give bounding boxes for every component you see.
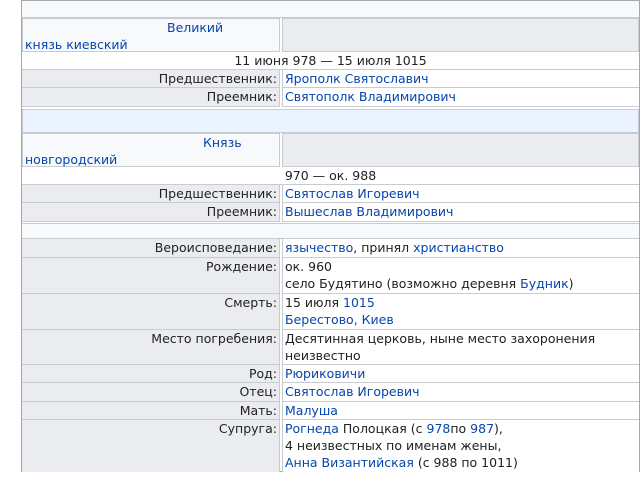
infobox: Великий князь киевский 11 июня 978 — 15 … — [21, 0, 640, 472]
grand-prince-dates: 11 июня 978 — 15 июля 1015 — [22, 52, 639, 70]
grand-prince-title-empty — [282, 18, 639, 52]
mother-link[interactable]: Малуша — [285, 403, 338, 418]
dynasty-row: Род: Рюриковичи — [22, 365, 639, 383]
birth-place-text: село Будятино (возможно деревня — [285, 276, 521, 291]
birth-date: ок. 960 — [285, 259, 333, 274]
religion-link-paganism[interactable]: язычество — [285, 240, 353, 255]
grand-prince-successor-row: Преемник: Святополк Владимирович — [22, 88, 639, 107]
burial-label: Место погребения: — [22, 330, 280, 365]
religion-row: Вероисповедание: язычество, принял христ… — [22, 239, 639, 258]
birth-row: Рождение: ок. 960 село Будятино (возможн… — [22, 258, 639, 294]
novgorod-prince-dates: 970 — ок. 988 — [22, 167, 639, 185]
burial-row: Место погребения: Десятинная церковь, ны… — [22, 330, 639, 365]
religion-label: Вероисповедание: — [22, 239, 280, 258]
death-label: Смерть: — [22, 294, 280, 330]
predecessor-label: Предшественник: — [22, 185, 280, 203]
religion-text: , принял — [353, 240, 414, 255]
spouse-year-978-link[interactable]: 978 — [427, 421, 451, 436]
birth-place-suffix: ) — [568, 276, 574, 291]
religion-link-christianity[interactable]: христианство — [413, 240, 504, 255]
spouse-text-2: по — [450, 421, 471, 436]
spouse-anna-link[interactable]: Анна Византийская — [285, 455, 414, 470]
grand-prince-predecessor-link[interactable]: Ярополк Святославич — [285, 71, 429, 86]
spouse-line2: 4 неизвестных по именам жены, — [285, 438, 502, 453]
novgorod-prince-predecessor-row: Предшественник: Святослав Игоревич — [22, 185, 639, 203]
mother-row: Мать: Малуша — [22, 402, 639, 420]
spouse-text-4: (с 988 по 1011) — [413, 455, 518, 470]
mother-label: Мать: — [22, 402, 280, 420]
death-date-text: 15 июля — [285, 295, 344, 310]
section-divider-1 — [22, 109, 639, 133]
successor-label: Преемник: — [22, 203, 280, 222]
grand-prince-title-row: Великий князь киевский — [22, 18, 639, 52]
burial-line1: Десятинная церковь, ныне место захоронен… — [285, 331, 596, 346]
novgorod-prince-title-line1[interactable]: Князь — [203, 135, 242, 150]
grand-prince-successor-link[interactable]: Святополк Владимирович — [285, 89, 456, 104]
novgorod-prince-dates-row: 970 — ок. 988 — [22, 167, 639, 185]
novgorod-prince-title-empty — [282, 133, 639, 167]
death-year-link[interactable]: 1015 — [343, 295, 375, 310]
novgorod-prince-predecessor-link[interactable]: Святослав Игоревич — [285, 186, 419, 201]
father-row: Отец: Святослав Игоревич — [22, 383, 639, 402]
grand-prince-title-line2[interactable]: князь киевский — [25, 37, 128, 52]
novgorod-prince-successor-row: Преемник: Вышеслав Владимирович — [22, 203, 639, 222]
novgorod-prince-title-row: Князь новгородский — [22, 133, 639, 167]
novgorod-prince-title-cell: Князь новгородский — [22, 133, 280, 167]
father-label: Отец: — [22, 383, 280, 402]
spouse-rogneda-link[interactable]: Рогнеда — [285, 421, 339, 436]
spouse-text-3: ), — [494, 421, 503, 436]
grand-prince-dates-row: 11 июня 978 — 15 июля 1015 — [22, 52, 639, 70]
birth-label: Рождение: — [22, 258, 280, 294]
grand-prince-title-line1[interactable]: Великий — [167, 20, 223, 35]
spouse-row: Супруга: Рогнеда Полоцкая (с 978по 987),… — [22, 420, 639, 472]
dynasty-link[interactable]: Рюриковичи — [285, 366, 365, 381]
spouse-text-1: Полоцкая (с — [338, 421, 427, 436]
top-band — [22, 1, 639, 18]
birth-place-link[interactable]: Будник — [520, 276, 568, 291]
grand-prince-predecessor-row: Предшественник: Ярополк Святославич — [22, 70, 639, 88]
spouse-label: Супруга: — [22, 420, 280, 472]
burial-line2: неизвестно — [285, 348, 361, 363]
novgorod-prince-title-line2[interactable]: новгородский — [25, 152, 117, 167]
section-divider-2 — [22, 223, 639, 239]
predecessor-label: Предшественник: — [22, 70, 280, 88]
death-row: Смерть: 15 июля 1015 Берестово, Киев — [22, 294, 639, 330]
father-link[interactable]: Святослав Игоревич — [285, 384, 419, 399]
novgorod-prince-successor-link[interactable]: Вышеслав Владимирович — [285, 204, 453, 219]
successor-label: Преемник: — [22, 88, 280, 107]
death-place-link[interactable]: Берестово, Киев — [285, 312, 394, 327]
spouse-year-987-link[interactable]: 987 — [470, 421, 494, 436]
dynasty-label: Род: — [22, 365, 280, 383]
grand-prince-title-cell: Великий князь киевский — [22, 18, 280, 52]
